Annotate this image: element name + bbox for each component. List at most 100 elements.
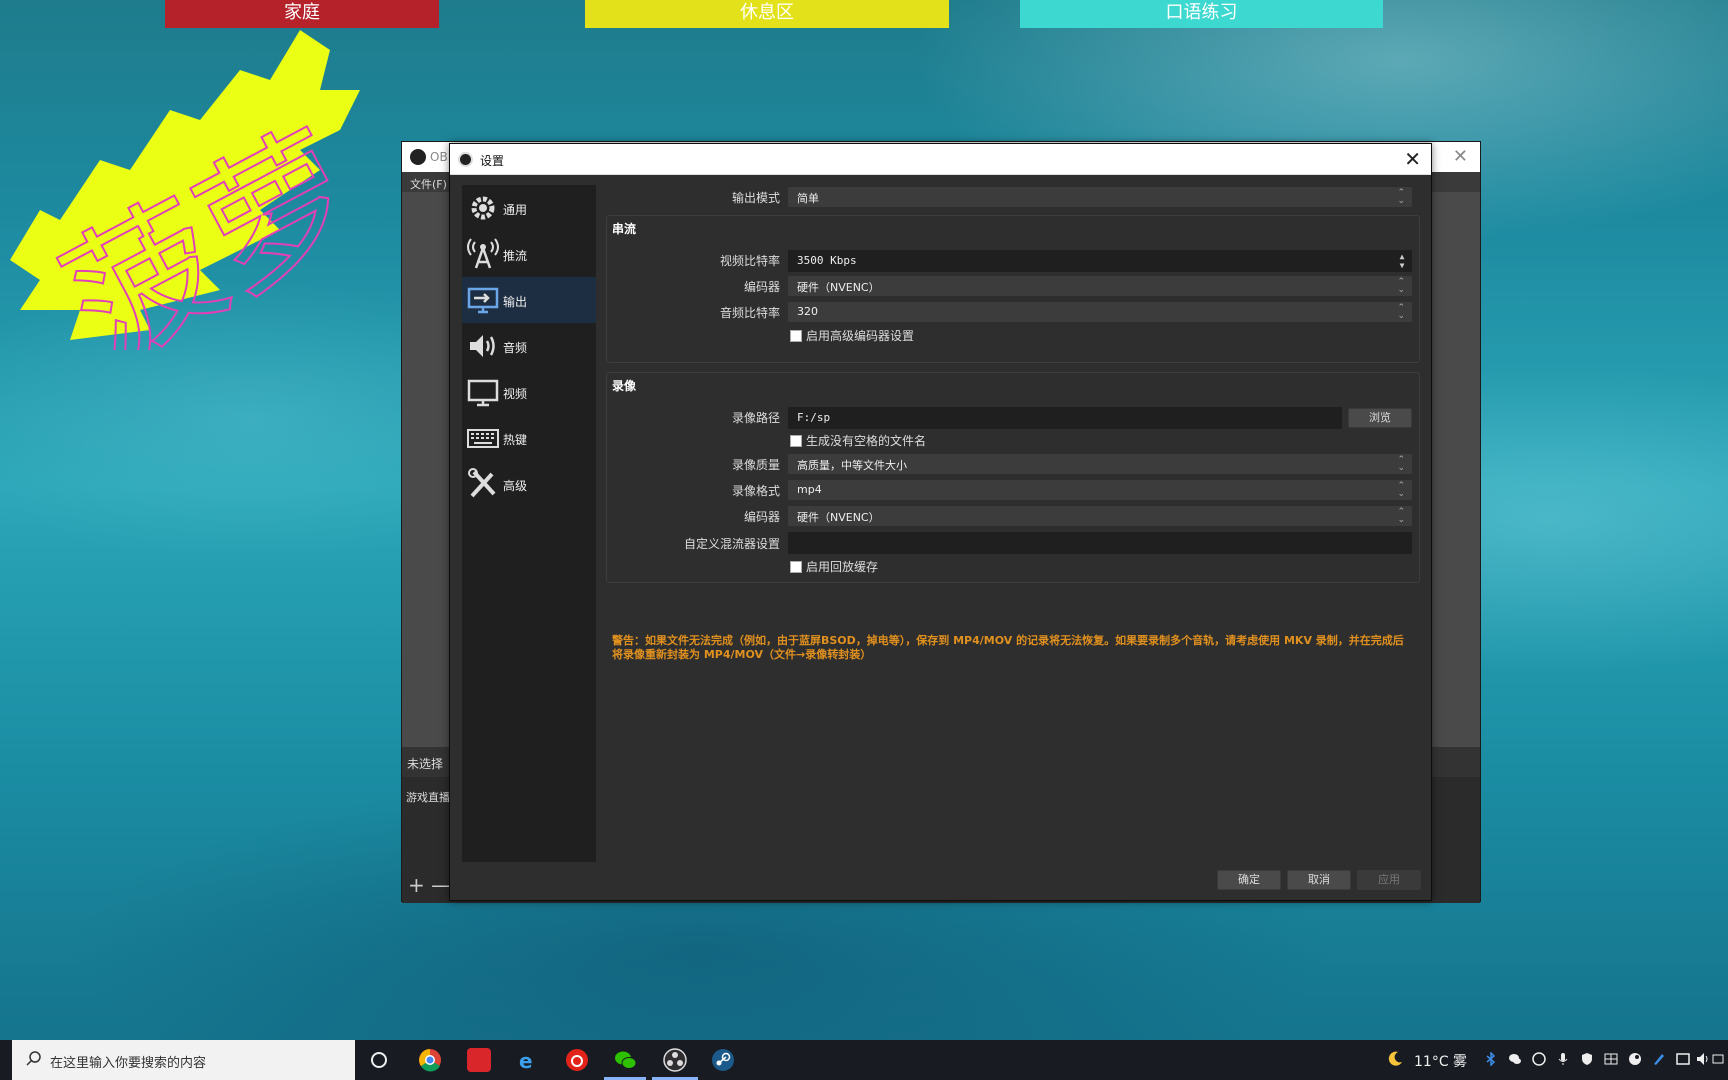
browse-button[interactable]: 浏览 <box>1348 408 1412 428</box>
wechat-icon[interactable] <box>613 1048 637 1072</box>
cancel-button[interactable]: 取消 <box>1287 870 1351 890</box>
chevron-updown-icon: ⌃ ⌄ <box>1397 481 1405 499</box>
apply-button[interactable]: 应用 <box>1357 870 1421 890</box>
stream-encoder-label: 编码器 <box>743 280 780 294</box>
recording-quality-select[interactable]: 高质量，中等文件大小 ⌃ ⌄ <box>788 454 1412 474</box>
settings-dialog: 设置 ✕ 通用 推流 输出 音频 视频 热键 高级 输出模式 简单 ⌃ ⌄ 串流… <box>449 143 1432 901</box>
pen-icon[interactable] <box>1652 1052 1666 1066</box>
muxer-settings-label: 自定义混流器设置 <box>683 537 780 551</box>
nav-label: 输出 <box>503 295 528 309</box>
steam-tray-icon[interactable] <box>1628 1052 1642 1066</box>
keyboard-icon <box>467 429 499 448</box>
obs-icon[interactable] <box>663 1048 687 1072</box>
recording-group-title: 录像 <box>612 379 637 393</box>
muxer-settings-input[interactable] <box>788 532 1412 554</box>
video-bitrate-label: 视频比特率 <box>719 254 780 268</box>
recording-quality-value: 高质量，中等文件大小 <box>797 459 907 472</box>
weather-text[interactable]: 11°C 雾 <box>1414 1051 1467 1071</box>
wechat-tray-icon[interactable] <box>1508 1052 1522 1066</box>
tools-icon <box>468 468 496 498</box>
obs-logo-icon <box>410 149 426 165</box>
nav-item-hotkeys[interactable]: 热键 <box>462 415 596 461</box>
speaker-icon <box>470 335 495 357</box>
nav-item-stream[interactable]: 推流 <box>462 231 596 277</box>
ie-icon[interactable]: e <box>516 1048 540 1072</box>
netease-music-icon[interactable] <box>565 1048 589 1072</box>
nav-item-audio[interactable]: 音频 <box>462 323 596 369</box>
video-bitrate-input[interactable]: 3500 Kbps ▲ ▼ <box>788 250 1412 272</box>
replay-buffer-checkbox[interactable]: 启用回放缓存 <box>788 558 878 575</box>
volume-icon[interactable] <box>1696 1052 1710 1066</box>
chevron-updown-icon: ⌃ ⌄ <box>1397 455 1405 473</box>
steam-icon[interactable] <box>711 1048 735 1072</box>
output-mode-label: 输出模式 <box>731 191 780 205</box>
desktop-tab-label: 口语练习 <box>1165 2 1238 23</box>
nav-item-advanced[interactable]: 高级 <box>462 461 596 507</box>
search-icon <box>26 1051 41 1066</box>
monitor-icon <box>467 379 499 407</box>
windows-security-icon[interactable] <box>1604 1052 1618 1066</box>
output-mode-value: 简单 <box>797 192 819 205</box>
audio-bitrate-value: 320 <box>797 305 818 318</box>
stream-encoder-select[interactable]: 硬件（NVENC） ⌃ ⌄ <box>788 276 1412 296</box>
recording-format-select[interactable]: mp4 ⌃ ⌄ <box>788 480 1412 500</box>
scene-controls: + — <box>408 873 451 897</box>
add-scene-button[interactable]: + <box>408 873 425 897</box>
taskbar: 在这里输入你要搜索的内容 e 11°C 雾 <box>0 1040 1728 1080</box>
recording-format-value: mp4 <box>797 483 822 496</box>
svg-text:e: e <box>519 1049 533 1072</box>
chevron-updown-icon: ⌃ ⌄ <box>1397 303 1405 321</box>
chevron-updown-icon: ⌃ ⌄ <box>1397 507 1405 525</box>
nav-label: 视频 <box>503 387 528 401</box>
no-space-filename-checkbox[interactable]: 生成没有空格的文件名 <box>788 432 926 449</box>
settings-nav: 通用 推流 输出 音频 视频 热键 高级 <box>462 185 596 862</box>
chrome-icon[interactable] <box>418 1048 442 1072</box>
nav-label: 通用 <box>503 203 528 217</box>
bluetooth-icon[interactable] <box>1484 1052 1498 1066</box>
recording-path-value: F:/sp <box>797 411 831 424</box>
microphone-icon[interactable] <box>1556 1052 1570 1066</box>
recording-format-label: 录像格式 <box>731 484 780 498</box>
recording-encoder-value: 硬件（NVENC） <box>797 511 880 524</box>
nav-label: 热键 <box>503 433 528 447</box>
desktop-tab-speaking[interactable]: 口语练习 <box>1020 0 1383 28</box>
network-icon[interactable] <box>1712 1052 1726 1066</box>
close-icon[interactable]: ✕ <box>1404 147 1421 171</box>
recording-path-label: 录像路径 <box>731 411 780 425</box>
input-method-icon[interactable] <box>1676 1052 1690 1066</box>
audio-bitrate-label: 音频比特率 <box>719 306 780 320</box>
nav-item-general[interactable]: 通用 <box>462 185 596 231</box>
output-mode-select[interactable]: 简单 ⌃ ⌄ <box>788 187 1412 207</box>
obs-logo-icon <box>458 152 473 167</box>
chevron-updown-icon: ⌃ ⌄ <box>1397 188 1405 206</box>
nav-item-output[interactable]: 输出 <box>462 277 596 323</box>
nav-label: 音频 <box>503 341 528 355</box>
audio-bitrate-select[interactable]: 320 ⌃ ⌄ <box>788 302 1412 322</box>
recording-encoder-label: 编码器 <box>743 510 780 524</box>
nav-label: 高级 <box>503 479 528 493</box>
scene-item[interactable]: 游戏直播 <box>406 789 450 805</box>
taskbar-search[interactable]: 在这里输入你要搜索的内容 <box>12 1040 355 1080</box>
desktop-tab-rest[interactable]: 休息区 <box>585 0 949 28</box>
recording-quality-label: 录像质量 <box>731 458 780 472</box>
security-shield-icon[interactable] <box>1580 1052 1594 1066</box>
recording-encoder-select[interactable]: 硬件（NVENC） ⌃ ⌄ <box>788 506 1412 526</box>
youdao-icon[interactable] <box>467 1048 491 1072</box>
streaming-group-title: 串流 <box>612 222 637 236</box>
task-view-icon[interactable] <box>367 1048 391 1072</box>
ok-button[interactable]: 确定 <box>1217 870 1281 890</box>
video-bitrate-value: 3500 Kbps <box>797 254 857 267</box>
obs-close-icon[interactable]: ✕ <box>1453 146 1468 167</box>
advanced-encoder-checkbox[interactable]: 启用高级编码器设置 <box>788 327 914 344</box>
obs-tray-icon[interactable] <box>1532 1052 1546 1066</box>
gear-icon <box>471 196 495 220</box>
nav-label: 推流 <box>503 249 528 263</box>
chevron-updown-icon: ⌃ ⌄ <box>1397 277 1405 295</box>
recording-path-input[interactable]: F:/sp <box>788 407 1342 429</box>
spinbox-arrows-icon[interactable]: ▲ ▼ <box>1395 252 1409 270</box>
nav-item-video[interactable]: 视频 <box>462 369 596 415</box>
output-settings-panel: 输出模式 简单 ⌃ ⌄ 串流 视频比特率 3500 Kbps ▲ ▼ 编码器 硬件（… <box>602 185 1420 661</box>
broadcast-tower-icon <box>467 238 499 269</box>
desktop-tab-label: 休息区 <box>740 2 794 23</box>
moon-weather-icon <box>1388 1051 1402 1066</box>
